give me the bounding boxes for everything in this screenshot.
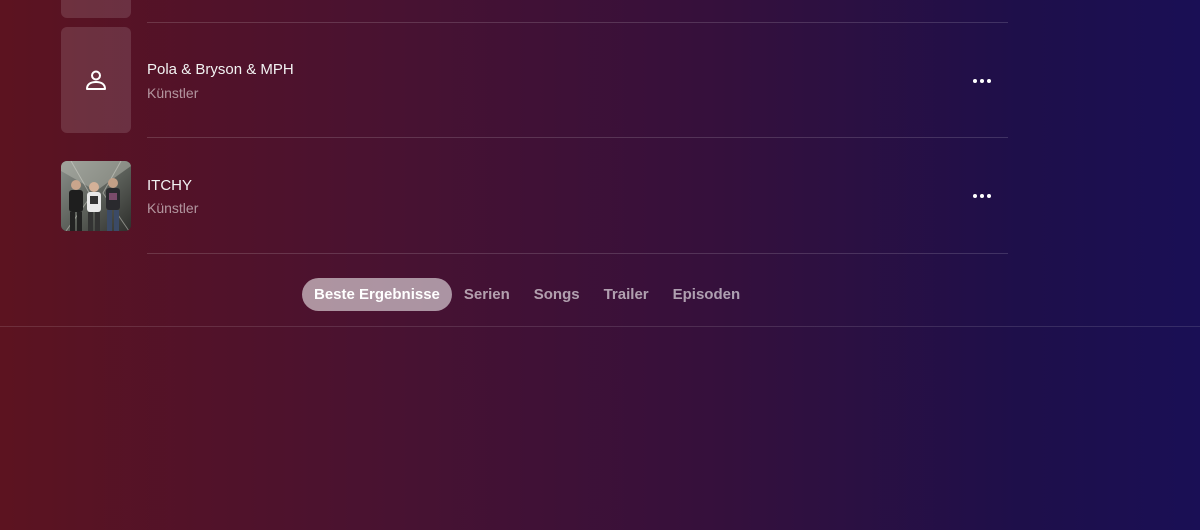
tab-songs[interactable]: Songs	[522, 278, 592, 311]
ellipsis-icon	[973, 79, 977, 83]
tab-episodes[interactable]: Episoden	[661, 278, 753, 311]
section-divider	[0, 326, 1200, 327]
band-photo	[61, 161, 131, 231]
more-options-button[interactable]	[968, 186, 996, 206]
result-subtitle: Künstler	[147, 200, 199, 216]
ellipsis-icon	[973, 194, 977, 198]
artist-placeholder-thumbnail[interactable]	[61, 27, 131, 133]
more-options-button[interactable]	[968, 71, 996, 91]
previous-result-thumbnail[interactable]	[61, 0, 131, 18]
result-title[interactable]: ITCHY	[147, 177, 192, 194]
row-divider	[147, 22, 1008, 23]
tab-series[interactable]: Serien	[452, 278, 522, 311]
person-icon	[86, 70, 106, 90]
ellipsis-icon	[980, 194, 984, 198]
row-divider	[147, 253, 1008, 254]
tab-trailer[interactable]: Trailer	[592, 278, 661, 311]
result-subtitle: Künstler	[147, 85, 199, 101]
result-title[interactable]: Pola & Bryson & MPH	[147, 61, 294, 78]
search-scope-tabs: Beste Ergebnisse Serien Songs Trailer Ep…	[302, 278, 752, 311]
ellipsis-icon	[987, 79, 991, 83]
ellipsis-icon	[987, 194, 991, 198]
ellipsis-icon	[980, 79, 984, 83]
tab-top-results[interactable]: Beste Ergebnisse	[302, 278, 452, 311]
row-divider	[147, 137, 1008, 138]
artist-photo-thumbnail[interactable]	[61, 161, 131, 231]
